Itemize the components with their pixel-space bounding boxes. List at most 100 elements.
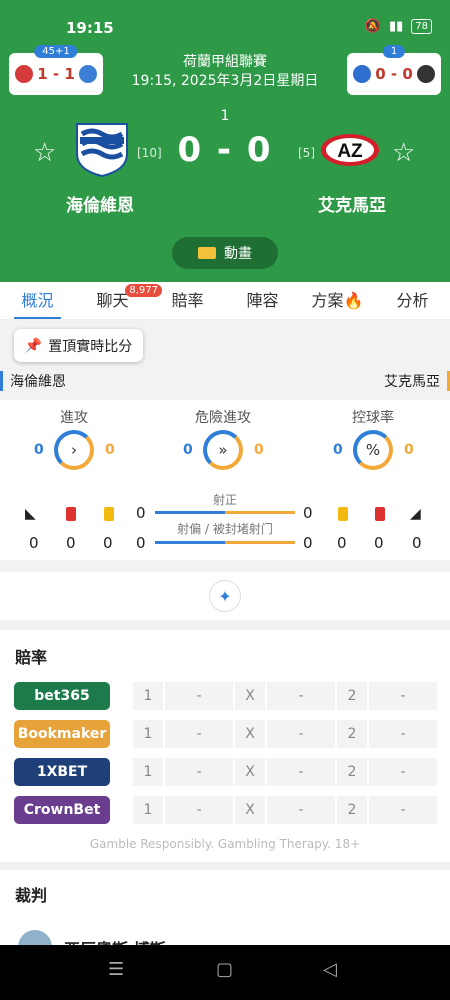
gamble-disclaimer[interactable]: Gamble Responsibly. Gambling Therapy. 18…: [0, 837, 450, 851]
bookmaker-1[interactable]: Bookmaker: [14, 720, 110, 748]
match-stats: 進攻 危險進攻 控球率 0 › 0 0 » 0 0 % 0 ◣ 0 射正 0 ◢…: [0, 400, 450, 560]
favorite-away-star-icon[interactable]: ☆: [392, 138, 415, 168]
tab-bar: 概況 聊天 8,977 賠率 陣容 方案🔥 分析: [0, 282, 450, 320]
pin-live-score-button[interactable]: 📌 置頂實時比分: [14, 329, 143, 362]
possession-home: 0: [333, 442, 343, 458]
shots-off-away: 0: [303, 534, 313, 552]
yellow-card-icon: [104, 507, 114, 521]
bookmaker-3[interactable]: CrownBet: [14, 796, 110, 824]
battery-icon: 78: [411, 19, 432, 34]
league-name: 荷蘭甲組聯賽: [183, 54, 267, 70]
away-red-cards: 0: [374, 534, 384, 552]
odds-cell[interactable]: -: [267, 758, 335, 786]
odds-cell[interactable]: X: [235, 682, 265, 710]
odds-cell[interactable]: 1: [133, 796, 163, 824]
away-team-name[interactable]: 艾克馬亞: [318, 191, 386, 216]
status-icons: 🔕 ▮▮ 78: [365, 19, 432, 34]
danger-home: 0: [183, 442, 193, 458]
odds-cell[interactable]: -: [165, 720, 233, 748]
home-team-name[interactable]: 海倫維恩: [66, 191, 134, 216]
odds-cell[interactable]: X: [235, 720, 265, 748]
away-rank: [5]: [298, 146, 315, 160]
match-datetime: 19:15, 2025年3月2日星期日: [131, 73, 319, 89]
odds-cell[interactable]: 1: [133, 682, 163, 710]
match-score: 0 - 0: [177, 130, 273, 170]
odds-cell[interactable]: X: [235, 796, 265, 824]
status-time: 19:15: [66, 19, 114, 37]
events-row: ✦: [0, 572, 450, 620]
shots-on-label: 射正: [212, 493, 237, 507]
favorite-home-star-icon[interactable]: ☆: [33, 138, 56, 168]
odds-cell[interactable]: -: [165, 758, 233, 786]
red-card-icon: [375, 507, 385, 521]
odds-cell[interactable]: -: [369, 720, 437, 748]
shots-off-bar: [155, 541, 295, 544]
tab-overview[interactable]: 概況: [0, 282, 75, 319]
away-team-logo-text: AZ: [337, 141, 363, 162]
shots-off-label: 射偏 / 被封堵射门: [177, 522, 273, 536]
shots-off-home: 0: [136, 534, 146, 552]
corner-flag-icon: ◢: [410, 506, 421, 522]
odds-cell[interactable]: -: [369, 758, 437, 786]
tab-analysis[interactable]: 分析: [375, 282, 450, 319]
odds-cell[interactable]: -: [369, 682, 437, 710]
shots-on-home: 0: [136, 504, 146, 522]
odds-cell[interactable]: 2: [337, 720, 367, 748]
pin-icon: 📌: [24, 337, 43, 354]
attack-away: 0: [105, 442, 115, 458]
possession-away: 0: [404, 442, 414, 458]
tab-plans[interactable]: 方案🔥: [300, 282, 375, 319]
fire-icon: 🔥: [343, 291, 364, 310]
tab-chat[interactable]: 聊天 8,977: [75, 282, 162, 319]
possession-dial-icon: %: [353, 430, 393, 470]
back-icon[interactable]: ◁: [323, 959, 337, 980]
signal-icon: ▮▮: [388, 19, 404, 34]
away-corners: 0: [412, 534, 422, 552]
bookmaker-2[interactable]: 1XBET: [14, 758, 110, 786]
stats-home-name: 海倫維恩: [0, 371, 66, 391]
shots-on-bar: [155, 511, 295, 514]
danger-dial-icon: »: [203, 430, 243, 470]
odds-cell[interactable]: 1: [133, 758, 163, 786]
odds-cell[interactable]: 2: [337, 796, 367, 824]
home-rank: [10]: [137, 146, 162, 160]
odds-title: 賠率: [15, 648, 48, 667]
system-nav-bar: ☰ ▢ ◁: [0, 945, 450, 1000]
animation-button[interactable]: 動畫: [172, 237, 278, 269]
home-yellow-cards: 0: [103, 534, 113, 552]
danger-away: 0: [254, 442, 264, 458]
red-card-icon: [66, 507, 76, 521]
odds-cell[interactable]: -: [267, 796, 335, 824]
home-icon[interactable]: ▢: [216, 959, 233, 980]
corner-flag-icon: ◣: [25, 506, 36, 522]
odds-cell[interactable]: -: [267, 720, 335, 748]
tab-odds[interactable]: 賠率: [150, 282, 225, 319]
attack-home: 0: [34, 442, 44, 458]
odds-cell[interactable]: -: [267, 682, 335, 710]
danger-label: 危險進攻: [195, 410, 251, 426]
odds-cell[interactable]: -: [369, 796, 437, 824]
odds-section: 賠率 bet365 1- X -2- Bookmaker 1- X -2-1XBET 1- X -2…: [0, 630, 450, 862]
bookmaker-0[interactable]: bet365: [14, 682, 110, 710]
whistle-icon[interactable]: ✦: [209, 580, 241, 612]
pin-label: 置頂實時比分: [48, 338, 133, 355]
odds-cell[interactable]: 1: [133, 720, 163, 748]
away-team-logo: AZ: [321, 134, 379, 166]
yellow-card-icon: [338, 507, 348, 521]
match-minute: 1: [220, 108, 230, 124]
attack-label: 進攻: [60, 410, 88, 426]
menu-icon[interactable]: ☰: [108, 959, 124, 980]
home-red-cards: 0: [66, 534, 76, 552]
odds-cell[interactable]: -: [165, 682, 233, 710]
referee-title: 裁判: [15, 886, 48, 905]
odds-cell[interactable]: -: [165, 796, 233, 824]
odds-cell[interactable]: 2: [337, 682, 367, 710]
home-corners: 0: [29, 534, 39, 552]
stats-away-name: 艾克馬亞: [384, 371, 450, 391]
shots-on-away: 0: [303, 504, 313, 522]
tab-lineup[interactable]: 陣容: [225, 282, 300, 319]
animation-icon: [198, 247, 216, 259]
odds-cell[interactable]: X: [235, 758, 265, 786]
away-yellow-cards: 0: [337, 534, 347, 552]
odds-cell[interactable]: 2: [337, 758, 367, 786]
